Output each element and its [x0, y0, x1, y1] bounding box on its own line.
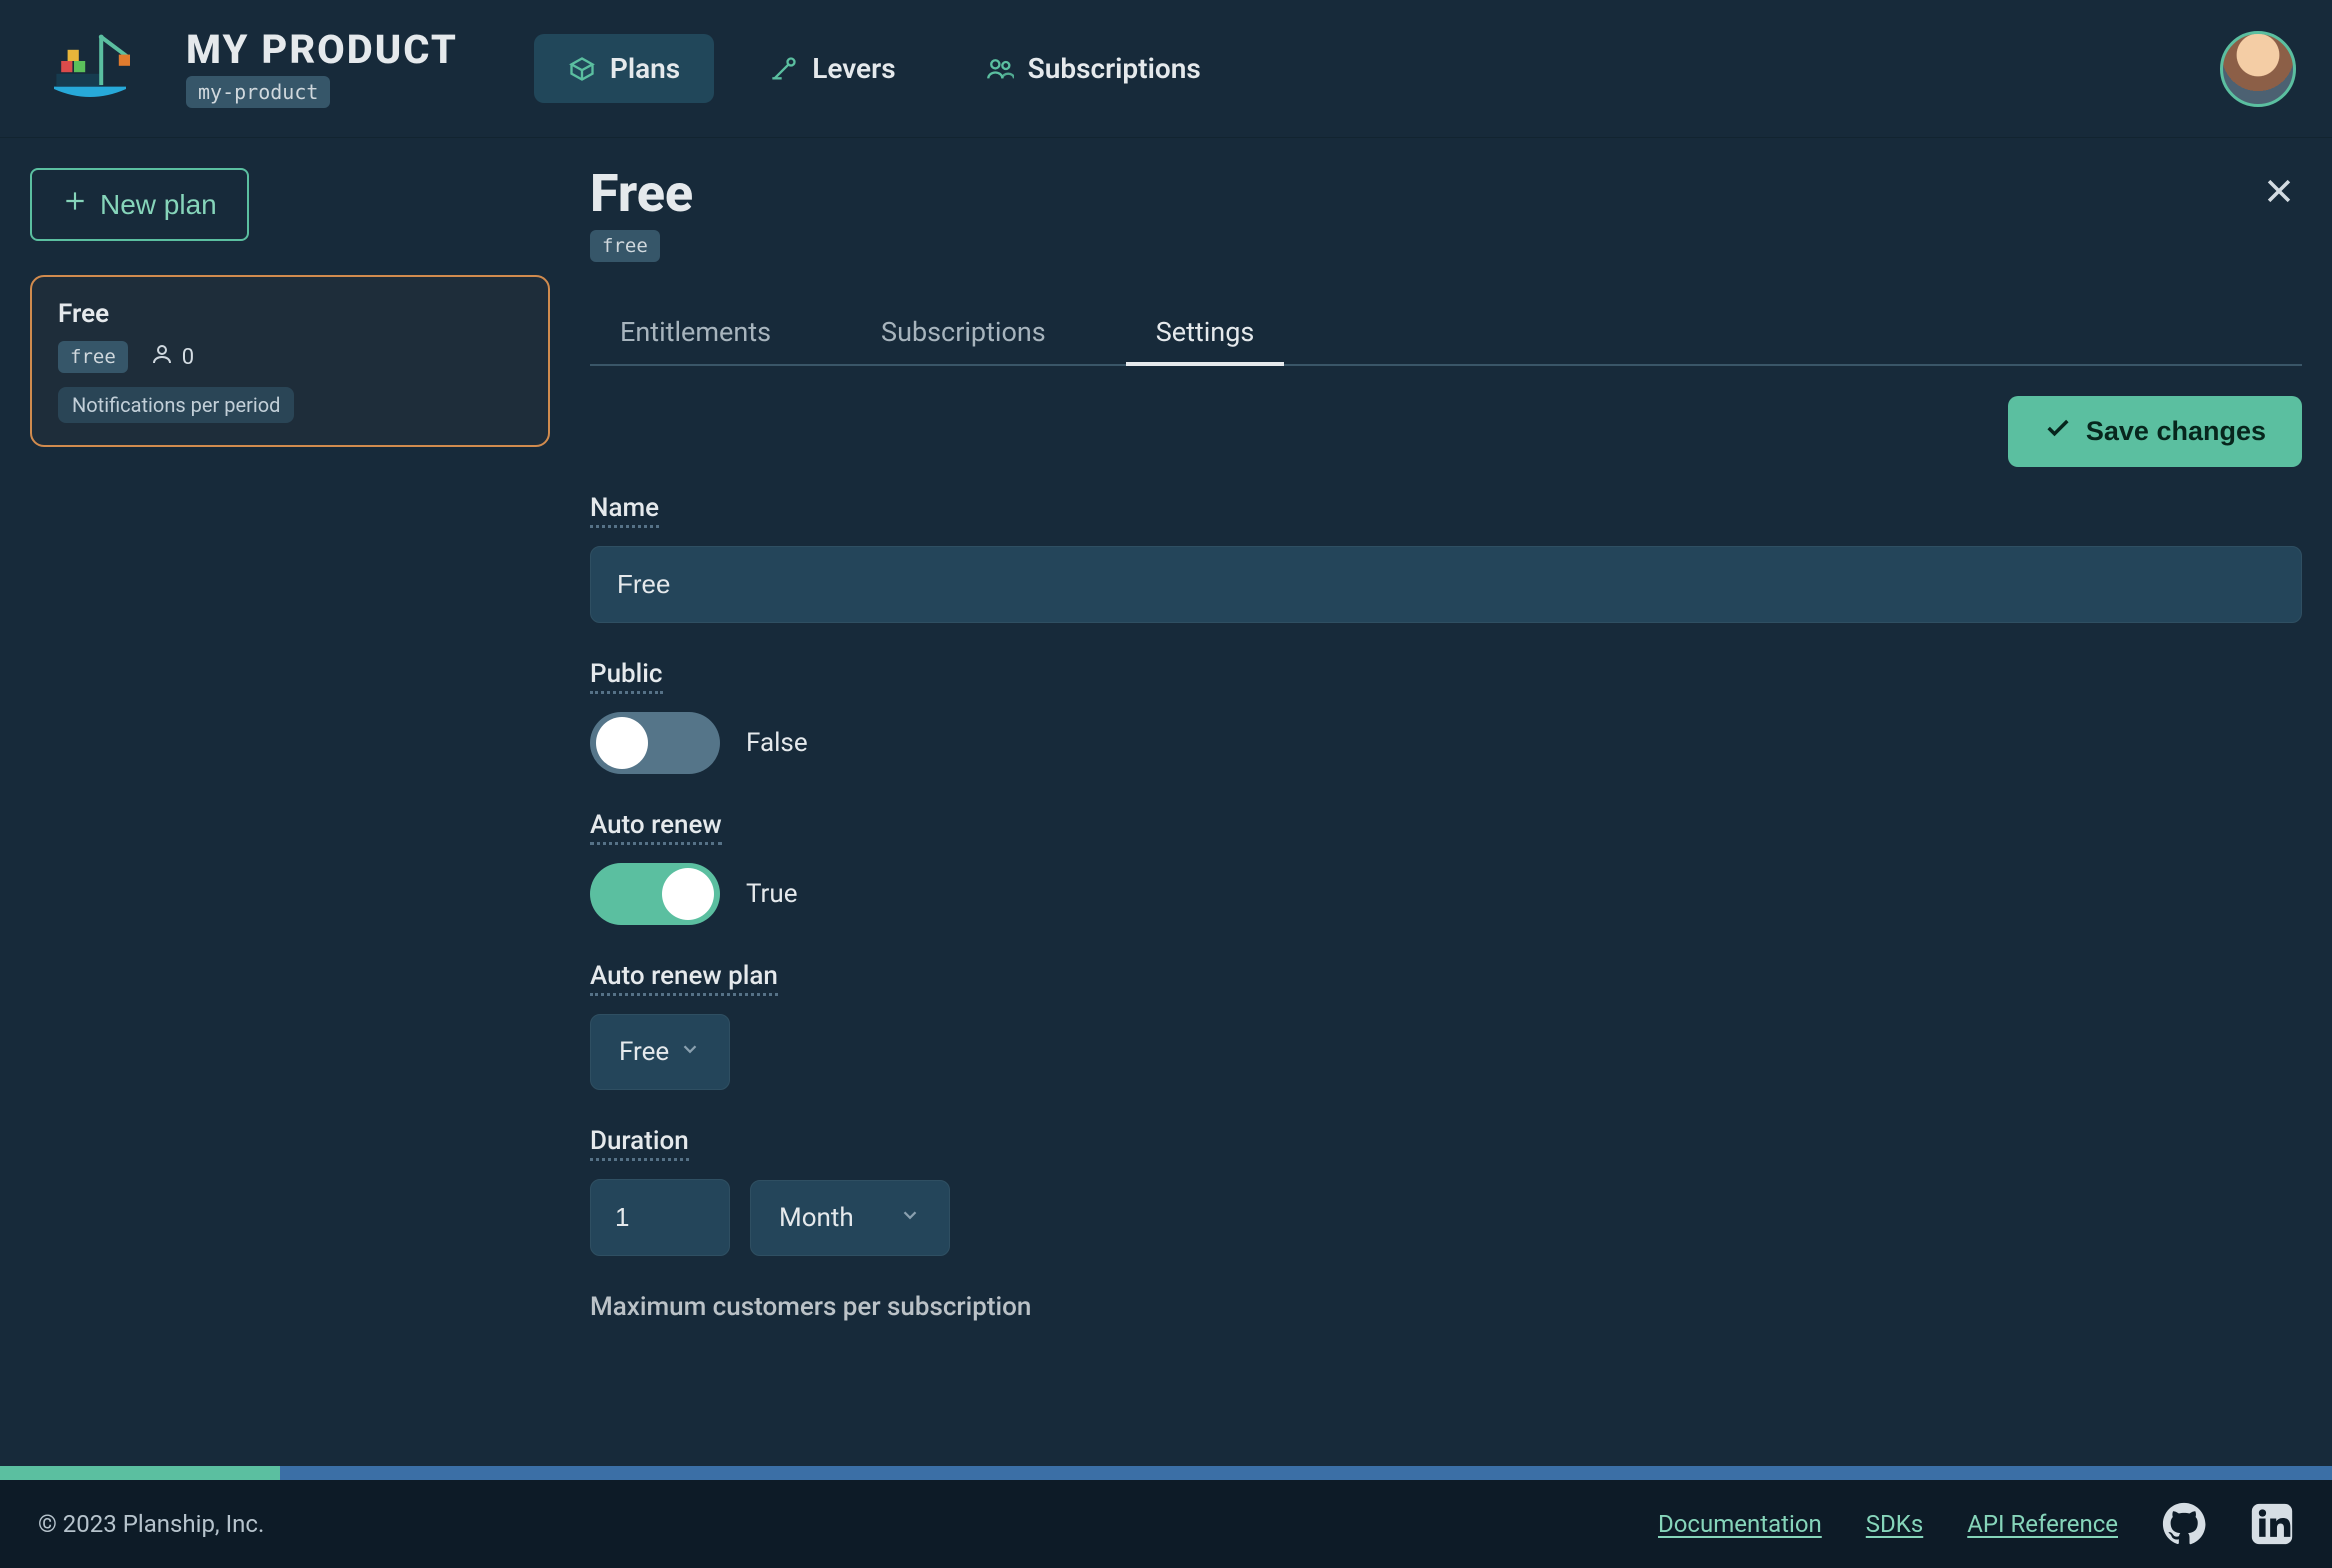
plan-card-user-count: 0: [150, 342, 194, 372]
chevron-down-icon: [679, 1037, 701, 1067]
linkedin-icon[interactable]: [2250, 1502, 2294, 1546]
plan-tabs: Entitlements Subscriptions Settings: [590, 302, 2302, 366]
nav-subscriptions[interactable]: Subscriptions: [952, 34, 1235, 103]
duration-unit-value: Month: [779, 1203, 854, 1233]
plan-card-free[interactable]: Free free 0 Notifications per period: [30, 275, 550, 447]
name-label: Name: [590, 493, 659, 528]
auto-renew-plan-label: Auto renew plan: [590, 961, 778, 996]
footer-gradient: [0, 1466, 2332, 1480]
plan-card-title: Free: [58, 299, 522, 329]
new-plan-button[interactable]: New plan: [30, 168, 249, 241]
nav-plans[interactable]: Plans: [534, 34, 714, 103]
close-button[interactable]: [2256, 168, 2302, 219]
nav-levers[interactable]: Levers: [736, 34, 929, 103]
public-toggle[interactable]: [590, 712, 720, 774]
primary-nav: Plans Levers Subscriptions: [534, 34, 1235, 103]
public-value: False: [746, 728, 808, 758]
user-icon: [150, 342, 174, 372]
nav-plans-label: Plans: [610, 52, 680, 85]
duration-quantity-input[interactable]: [590, 1179, 730, 1256]
tab-entitlements[interactable]: Entitlements: [590, 302, 801, 364]
plan-title: Free: [590, 168, 693, 220]
app-header: MY PRODUCT my-product Plans Levers Su: [0, 0, 2332, 138]
auto-renew-plan-select[interactable]: Free: [590, 1014, 730, 1090]
app-footer: © 2023 Planship, Inc. Documentation SDKs…: [0, 1480, 2332, 1568]
user-avatar[interactable]: [2220, 31, 2296, 107]
product-slug: my-product: [186, 76, 330, 108]
plans-sidebar: New plan Free free 0 Notifications per p…: [30, 168, 550, 1436]
auto-renew-toggle[interactable]: [590, 863, 720, 925]
product-logo: [30, 9, 150, 129]
plan-card-slug: free: [58, 341, 128, 373]
plus-icon: [62, 188, 88, 221]
save-changes-label: Save changes: [2086, 416, 2266, 447]
save-changes-button[interactable]: Save changes: [2008, 396, 2302, 467]
plan-slug: free: [590, 230, 660, 262]
auto-renew-plan-value: Free: [619, 1037, 669, 1067]
footer-wrap: © 2023 Planship, Inc. Documentation SDKs…: [0, 1466, 2332, 1568]
box-icon: [568, 55, 596, 83]
nav-subscriptions-label: Subscriptions: [1028, 52, 1201, 85]
plan-detail: Free free Entitlements Subscriptions Set…: [590, 168, 2302, 1436]
max-subscribers-label-partial: Maximum customers per subscription: [590, 1292, 1031, 1324]
product-title: MY PRODUCT: [186, 30, 458, 70]
github-icon[interactable]: [2162, 1502, 2206, 1546]
lever-icon: [770, 55, 798, 83]
public-label: Public: [590, 659, 663, 694]
auto-renew-label: Auto renew: [590, 810, 722, 845]
chevron-down-icon: [899, 1203, 921, 1233]
tab-settings[interactable]: Settings: [1126, 302, 1285, 364]
plan-card-chip: Notifications per period: [58, 387, 294, 423]
close-icon: [2262, 174, 2296, 208]
tab-subscriptions[interactable]: Subscriptions: [851, 302, 1076, 364]
footer-link-sdks[interactable]: SDKs: [1866, 1510, 1923, 1538]
auto-renew-value: True: [746, 879, 798, 909]
new-plan-label: New plan: [100, 189, 217, 221]
user-count-value: 0: [182, 345, 194, 370]
duration-label: Duration: [590, 1126, 689, 1161]
footer-link-documentation[interactable]: Documentation: [1658, 1510, 1822, 1538]
footer-link-api-reference[interactable]: API Reference: [1967, 1510, 2118, 1538]
duration-unit-select[interactable]: Month: [750, 1180, 950, 1256]
nav-levers-label: Levers: [812, 52, 895, 85]
name-input[interactable]: [590, 546, 2302, 623]
app-body: New plan Free free 0 Notifications per p…: [0, 138, 2332, 1466]
check-icon: [2044, 414, 2072, 449]
product-block: MY PRODUCT my-product: [186, 30, 458, 108]
footer-copyright: © 2023 Planship, Inc.: [38, 1510, 1614, 1538]
users-icon: [986, 55, 1014, 83]
